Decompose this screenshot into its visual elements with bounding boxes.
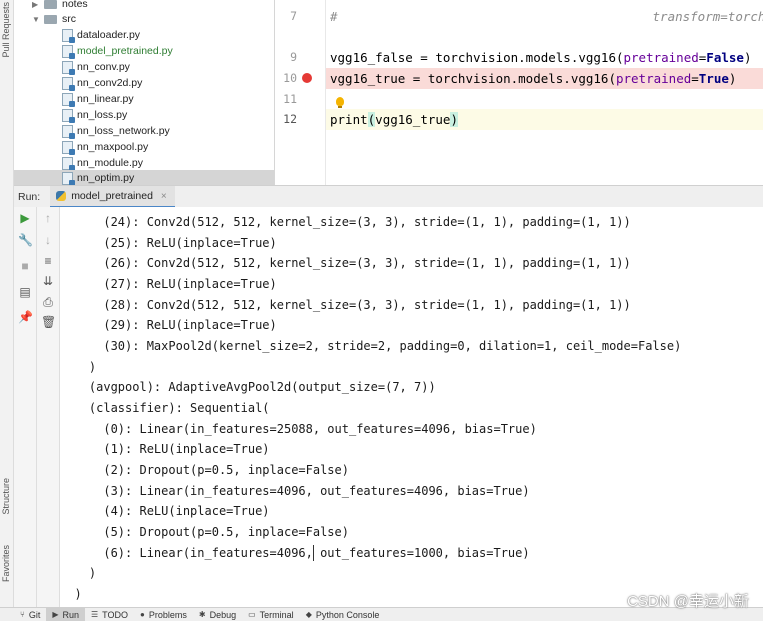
- structure-tab[interactable]: Structure: [1, 478, 11, 515]
- tree-item-nn-optim[interactable]: nn_optim.py: [14, 170, 274, 185]
- line-number: 12: [283, 112, 297, 126]
- console-line: (25): ReLU(inplace=True): [60, 236, 277, 250]
- git-branch-icon: ⑂: [20, 610, 25, 619]
- info-icon: ●: [140, 610, 145, 619]
- run-tab-model-pretrained[interactable]: model_pretrained ×: [50, 186, 175, 208]
- console-line: ): [60, 360, 97, 374]
- run-icon: ▶: [52, 610, 59, 619]
- console-line: (27): ReLU(inplace=True): [60, 277, 277, 291]
- problems-tab[interactable]: ● Problems: [134, 608, 193, 621]
- code-line-9: vgg16_false = torchvision.models.vgg16(p…: [330, 49, 752, 65]
- tree-item-nn-conv[interactable]: nn_conv.py: [62, 59, 130, 75]
- console-line: (4): ReLU(inplace=True): [60, 504, 270, 518]
- tree-item-dataloader[interactable]: dataloader.py: [62, 27, 140, 43]
- soft-wrap-icon[interactable]: ≡: [41, 254, 55, 268]
- run-label: Run:: [18, 191, 41, 203]
- mouse-cursor: [313, 545, 314, 561]
- print-icon[interactable]: ⎙: [41, 295, 55, 309]
- tree-item-nn-conv2d[interactable]: nn_conv2d.py: [62, 75, 142, 91]
- layout-icon[interactable]: ▤: [18, 285, 32, 299]
- terminal-icon: ▭: [248, 610, 256, 619]
- console-line: (28): Conv2d(512, 512, kernel_size=(3, 3…: [60, 298, 631, 312]
- scroll-to-end-icon[interactable]: ⇊: [41, 274, 55, 288]
- console-line: (3): Linear(in_features=4096, out_featur…: [60, 484, 530, 498]
- run-tool-window-header: Run: model_pretrained ×: [14, 185, 763, 209]
- folder-icon: [44, 14, 57, 24]
- console-line: (30): MaxPool2d(kernel_size=2, stride=2,…: [60, 339, 682, 353]
- python-file-icon: [62, 124, 75, 139]
- python-icon: [56, 191, 67, 201]
- code-editor[interactable]: 7 9 10 11 12 # transform=torchv vgg16_fal…: [275, 0, 763, 185]
- python-file-icon: [62, 92, 75, 107]
- tree-item-src[interactable]: ▼ src: [32, 11, 76, 27]
- run-console-output[interactable]: (24): Conv2d(512, 512, kernel_size=(3, 3…: [60, 207, 763, 607]
- python-file-icon: [62, 28, 75, 43]
- line-number: 10: [283, 71, 297, 85]
- git-tab[interactable]: ⑂ Git: [14, 608, 46, 621]
- list-icon: ☰: [91, 610, 99, 619]
- python-file-icon: [62, 76, 75, 91]
- watermark: CSDN @幸运小新: [627, 593, 749, 610]
- editor-gutter[interactable]: 7 9 10 11 12: [275, 0, 326, 185]
- code-line-10: vgg16_true = torchvision.models.vgg16(pr…: [330, 70, 737, 86]
- console-line: ): [60, 587, 82, 601]
- tree-item-nn-loss-network[interactable]: nn_loss_network.py: [62, 123, 170, 139]
- pull-requests-tab[interactable]: Pull Requests: [1, 2, 11, 58]
- chevron-down-icon[interactable]: ▼: [32, 15, 44, 24]
- python-icon: ◆: [305, 610, 312, 619]
- console-line: (avgpool): AdaptiveAvgPool2d(output_size…: [60, 380, 436, 394]
- console-line: (2): Dropout(p=0.5, inplace=False): [60, 463, 349, 477]
- python-file-icon: [62, 60, 75, 75]
- tree-item-nn-maxpool[interactable]: nn_maxpool.py: [62, 139, 148, 155]
- todo-tab[interactable]: ☰ TODO: [85, 608, 134, 621]
- python-file-icon: [62, 171, 75, 185]
- console-line: ): [60, 566, 97, 580]
- python-file-icon: [62, 44, 75, 59]
- chevron-right-icon[interactable]: ▶: [32, 0, 44, 9]
- console-line: (26): Conv2d(512, 512, kernel_size=(3, 3…: [60, 256, 631, 270]
- run-icon[interactable]: ▶: [18, 211, 32, 225]
- tree-item-model-pretrained[interactable]: model_pretrained.py: [62, 43, 173, 59]
- wrench-icon[interactable]: 🔧: [18, 233, 33, 247]
- console-line: (1): ReLU(inplace=True): [60, 442, 270, 456]
- trash-icon[interactable]: 🗑: [41, 315, 56, 329]
- console-line: (24): Conv2d(512, 512, kernel_size=(3, 3…: [60, 215, 631, 229]
- code-line-12: print(vgg16_true): [330, 111, 458, 127]
- python-console-tab[interactable]: ◆ Python Console: [300, 608, 386, 621]
- python-file-icon: [62, 108, 75, 123]
- bug-icon: ✱: [198, 610, 206, 619]
- line-number: 9: [290, 50, 297, 64]
- close-icon[interactable]: ×: [161, 191, 167, 202]
- python-file-icon: [62, 140, 75, 155]
- left-tool-strip: Pull Requests Structure Favorites: [0, 0, 14, 607]
- debug-tab[interactable]: ✱ Debug: [193, 608, 242, 621]
- arrow-up-icon[interactable]: ↑: [41, 211, 55, 225]
- stop-icon[interactable]: ■: [18, 259, 32, 273]
- console-line: (classifier): Sequential(: [60, 401, 270, 415]
- arrow-down-icon[interactable]: ↓: [41, 233, 55, 247]
- project-tree: ▶ notes ▼ src dataloader.py model_pretra…: [14, 0, 275, 185]
- tree-item-nn-module[interactable]: nn_module.py: [62, 155, 143, 171]
- line-number: 7: [290, 9, 297, 23]
- tree-item-nn-loss[interactable]: nn_loss.py: [62, 107, 127, 123]
- code-line-7: # transform=torchv: [330, 8, 763, 24]
- console-line: (29): ReLU(inplace=True): [60, 318, 277, 332]
- breakpoint-icon[interactable]: [302, 73, 312, 83]
- lightbulb-icon[interactable]: [336, 97, 344, 108]
- run-tab[interactable]: ▶ Run: [46, 608, 85, 621]
- line-number: 11: [283, 92, 297, 106]
- run-toolbar-primary: ▶ 🔧 ■ ▤ 📌: [14, 207, 37, 607]
- run-tab-label: model_pretrained: [71, 190, 153, 202]
- tree-item-nn-linear[interactable]: nn_linear.py: [62, 91, 134, 107]
- folder-icon: [44, 0, 57, 9]
- python-file-icon: [62, 156, 75, 171]
- favorites-tab[interactable]: Favorites: [1, 545, 11, 582]
- terminal-tab[interactable]: ▭ Terminal: [242, 608, 300, 621]
- pin-icon[interactable]: 📌: [18, 310, 33, 324]
- run-toolbar-secondary: ↑ ↓ ≡ ⇊ ⎙ 🗑: [37, 207, 60, 607]
- console-line: (5): Dropout(p=0.5, inplace=False): [60, 525, 349, 539]
- console-line: (0): Linear(in_features=25088, out_featu…: [60, 422, 537, 436]
- console-line: (6): Linear(in_features=4096, out_featur…: [60, 546, 530, 560]
